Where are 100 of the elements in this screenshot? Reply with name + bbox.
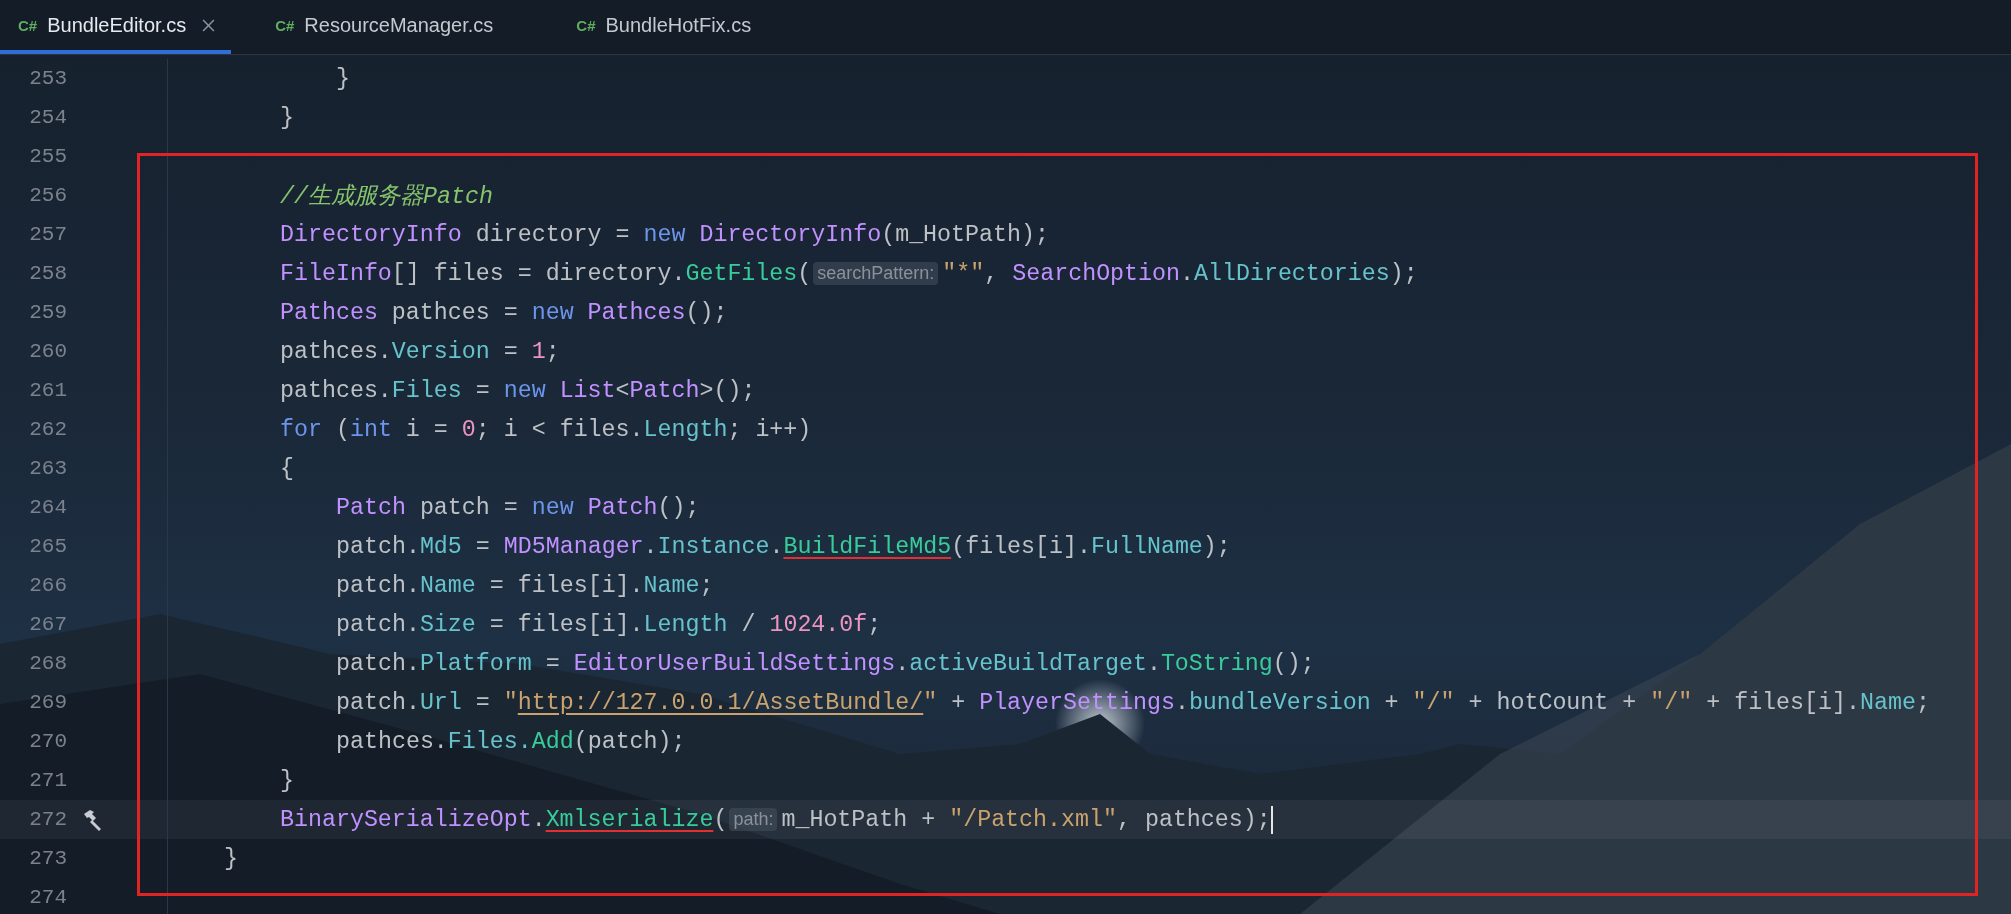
code-text: (); [1272, 650, 1315, 677]
type-name: Patch [629, 377, 700, 404]
keyword: for [280, 416, 322, 443]
property-name: Url [419, 689, 462, 716]
code-text: } [280, 767, 294, 794]
string-literal: "/" [1412, 689, 1455, 716]
type-name: MD5Manager [503, 533, 644, 560]
line-number: 256 [28, 184, 67, 207]
parameter-hint: searchPattern: [813, 262, 939, 285]
type-name: FileInfo [280, 260, 392, 287]
code-text: + [950, 689, 967, 716]
code-text: ; [699, 572, 714, 599]
line-number: 260 [28, 340, 67, 363]
code-text: ; i++) [727, 416, 812, 443]
file-tab[interactable]: C# ResourceManager.cs [257, 0, 533, 54]
tab-label: BundleEditor.cs [47, 13, 187, 37]
property-name: Platform [419, 650, 532, 677]
code-text: . [895, 650, 910, 677]
code-text: / [740, 611, 757, 638]
code-text: . [1174, 689, 1189, 716]
line-number: 264 [28, 496, 67, 519]
string-literal: "/" [1650, 689, 1693, 716]
property-name: Files. [447, 728, 532, 755]
close-icon[interactable] [202, 18, 216, 32]
code-text: . [1146, 650, 1161, 677]
type-name: EditorUserBuildSettings [573, 650, 896, 677]
code-text: ( [334, 416, 350, 443]
line-number: 273 [28, 847, 67, 870]
line-number: 272 [28, 808, 67, 831]
csharp-file-icon: C# [18, 16, 38, 34]
code-comment: //生成服务器Patch [280, 182, 493, 211]
code-text: [] files = directory. [391, 260, 686, 287]
method-name: BuildFileMd5 [783, 533, 952, 560]
code-text: = [502, 338, 519, 365]
type-name: Patch [587, 494, 658, 521]
parameter-hint: path: [729, 808, 778, 831]
type-name: Patch [336, 494, 406, 521]
code-text: } [280, 104, 294, 131]
code-text: (patch); [573, 728, 686, 755]
string-literal: " [923, 689, 938, 716]
keyword: new [503, 377, 547, 404]
keyword: int [349, 416, 392, 443]
code-text: >(); [699, 377, 756, 404]
code-text: ); [1389, 260, 1418, 287]
code-text: } [224, 845, 238, 872]
type-name: Pathces [587, 299, 686, 326]
file-tab[interactable]: C# BundleEditor.cs [0, 0, 232, 54]
code-text: = files[i]. [488, 572, 644, 599]
code-text: ; i < files. [475, 416, 644, 443]
property-name: Length [643, 416, 728, 443]
file-tab[interactable]: C# BundleHotFix.cs [558, 0, 791, 54]
csharp-file-icon: C# [275, 16, 295, 34]
text-caret [1270, 805, 1273, 834]
type-name: BinarySerializeOpt [280, 806, 532, 833]
line-number: 257 [28, 223, 67, 246]
type-name: List [559, 377, 616, 404]
line-number: 253 [28, 67, 67, 90]
code-text: pathces. [280, 377, 392, 404]
line-number: 267 [28, 613, 67, 636]
line-number: 269 [28, 691, 67, 714]
string-literal: "/Patch.xml" [949, 806, 1117, 833]
line-number: 263 [28, 457, 67, 480]
number-literal: 1 [531, 338, 546, 365]
keyword: new [531, 494, 575, 521]
code-text: = [544, 650, 561, 677]
property-name: FullName [1091, 533, 1203, 560]
property-name: Name [1860, 689, 1916, 716]
code-text: . [531, 806, 546, 833]
method-name: Add [531, 728, 574, 755]
code-text: ; [545, 338, 560, 365]
code-text: . [643, 533, 658, 560]
line-number: 262 [28, 418, 67, 441]
code-text: pathces. [280, 338, 392, 365]
code-text: (files[i]. [951, 533, 1091, 560]
code-text: pathces. [336, 728, 448, 755]
code-text: ; [1915, 689, 1930, 716]
line-number: 255 [28, 145, 67, 168]
property-name: Size [419, 611, 476, 638]
code-text: < [615, 377, 630, 404]
code-text: ; [867, 611, 882, 638]
code-text: ( [713, 806, 728, 833]
line-number: 274 [28, 886, 67, 909]
property-name: Length [643, 611, 728, 638]
property-name: Files [391, 377, 462, 404]
method-name: Xmlserialize [545, 806, 714, 833]
line-number: 259 [28, 301, 67, 324]
number-literal: 0 [461, 416, 476, 443]
line-number: 266 [28, 574, 67, 597]
code-text: patch. [336, 572, 420, 599]
code-text: . [769, 533, 784, 560]
code-text: patch. [336, 533, 420, 560]
property-name: Name [643, 572, 700, 599]
property-name: Instance [657, 533, 770, 560]
code-text: , [984, 260, 1000, 287]
code-text: , pathces); [1116, 806, 1271, 833]
property-name: activeBuildTarget [909, 650, 1147, 677]
code-text: i = [404, 416, 449, 443]
keyword: new [531, 299, 575, 326]
method-name: ToString [1160, 650, 1273, 677]
line-number: 268 [28, 652, 67, 675]
